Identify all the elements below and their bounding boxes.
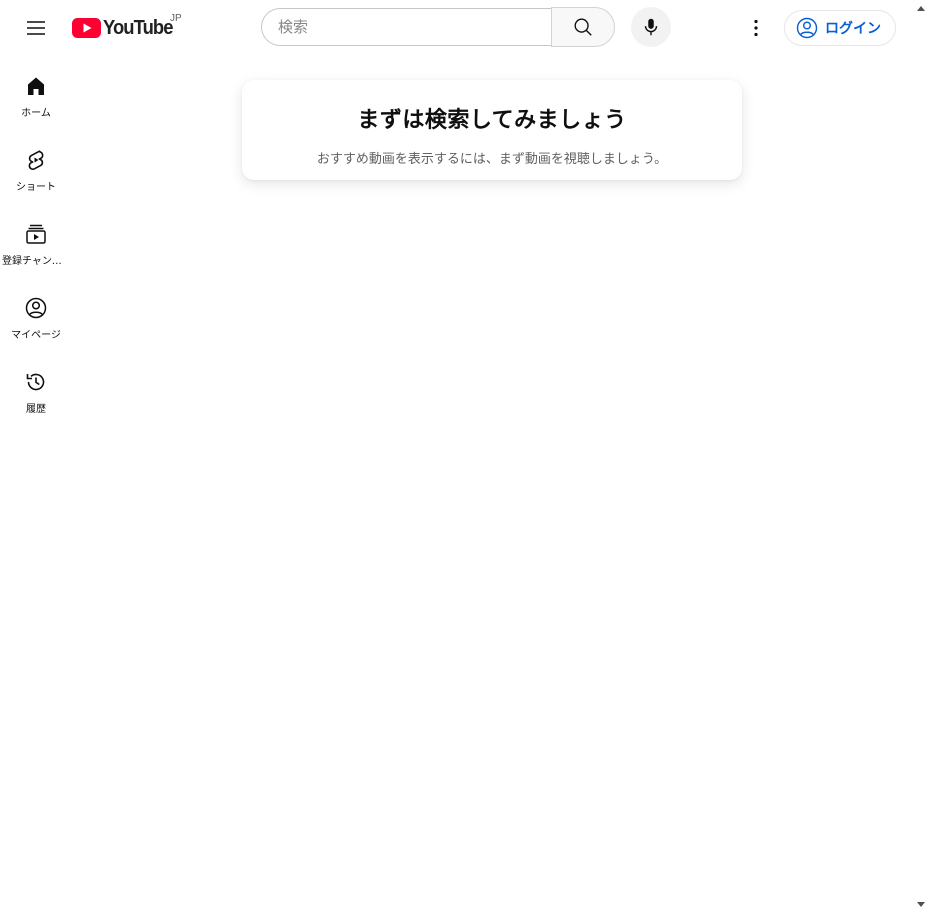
signin-label: ログイン	[825, 21, 881, 37]
guide-item-you[interactable]: マイページ	[0, 278, 72, 352]
shorts-icon	[24, 148, 48, 172]
guide-menu-button[interactable]	[16, 8, 56, 48]
nudge-subtitle: おすすめ動画を表示するには、まず動画を視聴しましょう。	[316, 152, 668, 167]
mini-guide: ホーム ショート 登録チャンネル マイページ 履歴	[0, 56, 72, 426]
guide-item-label: 登録チャンネル	[2, 256, 70, 267]
history-icon	[24, 370, 48, 394]
guide-item-home[interactable]: ホーム	[0, 56, 72, 130]
account-circle-icon	[796, 17, 818, 39]
feed-nudge-card: まずは検索してみましょう おすすめ動画を表示するには、まず動画を視聴しましょう。	[242, 80, 742, 180]
logo-wordmark: YouTube	[103, 16, 173, 39]
guide-item-label: ホーム	[21, 108, 51, 119]
nudge-title: まずは検索してみましょう	[357, 108, 627, 133]
subscriptions-icon	[24, 222, 48, 246]
guide-item-shorts[interactable]: ショート	[0, 130, 72, 204]
youtube-play-logo-icon	[72, 18, 101, 38]
guide-item-label: ショート	[16, 182, 56, 193]
youtube-logo[interactable]: YouTube	[72, 14, 179, 42]
voice-search-button[interactable]	[631, 7, 671, 47]
scroll-down-arrow-icon[interactable]	[917, 902, 925, 907]
youtube-page: YouTube JP 検索 ログイン ホーム ショート 登録チャンネル マイペー…	[0, 0, 929, 913]
scroll-up-arrow-icon[interactable]	[917, 6, 925, 11]
more-vertical-icon	[754, 19, 758, 37]
hamburger-menu-icon	[27, 21, 45, 35]
guide-item-label: マイページ	[11, 330, 61, 341]
masthead: YouTube JP 検索 ログイン	[0, 0, 913, 56]
you-icon	[24, 296, 48, 320]
microphone-icon	[644, 18, 658, 36]
page-scrollbar[interactable]	[913, 0, 929, 913]
signin-button[interactable]: ログイン	[784, 10, 896, 46]
settings-more-button[interactable]	[736, 8, 776, 48]
guide-item-subscriptions[interactable]: 登録チャンネル	[0, 204, 72, 278]
guide-item-history[interactable]: 履歴	[0, 352, 72, 426]
search-input[interactable]	[261, 8, 551, 46]
guide-item-label: 履歴	[26, 404, 46, 415]
search-button[interactable]	[551, 7, 615, 47]
search-icon	[574, 18, 592, 36]
home-icon	[24, 74, 48, 98]
logo-region-code: JP	[170, 13, 182, 24]
